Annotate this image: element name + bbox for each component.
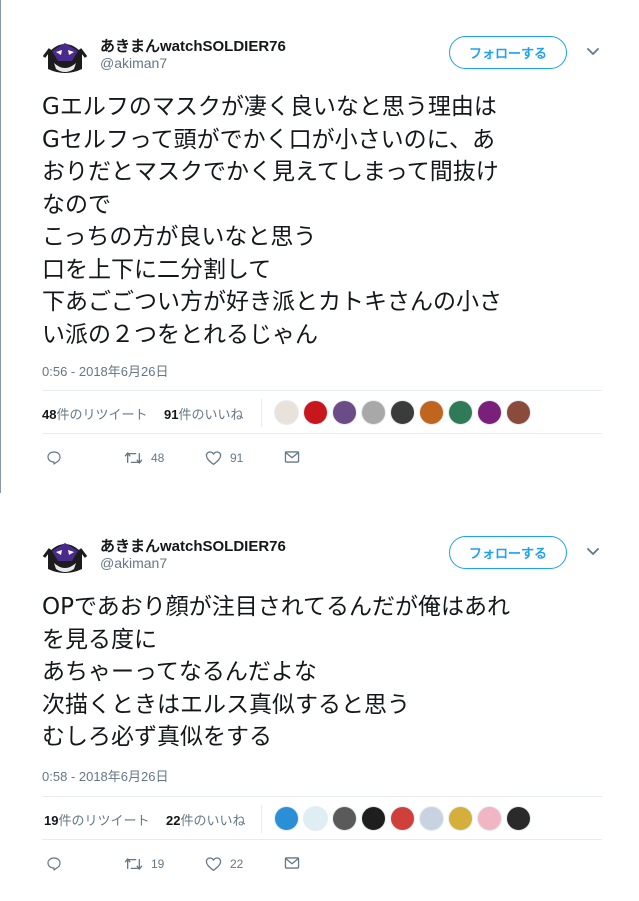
dm-button[interactable] <box>284 856 300 870</box>
tweet-text-line: こっちの方が良いなと思う <box>42 224 317 250</box>
liker-avatar[interactable] <box>448 806 473 831</box>
like-label: 件のいいね <box>180 813 246 828</box>
tweet-timestamp[interactable]: 0:56 - 2018年6月26日 <box>42 361 168 380</box>
tweet-text-line: い派の２つをとれるじゃん <box>42 321 318 348</box>
reply-icon <box>47 451 61 465</box>
like-stat[interactable]: 91件のいいね <box>164 404 243 423</box>
tweet-text-line: Gセルフって頭がでかく口が小さいのに、あ <box>42 126 495 153</box>
tweet-text: Gエルフのマスクが凄く良いなと思う理由は Gセルフって頭がでかく口が小さいのに、… <box>42 91 622 351</box>
reply-button[interactable] <box>46 856 62 872</box>
like-stat[interactable]: 22件のいいね <box>166 810 245 829</box>
liker-avatars <box>274 806 535 832</box>
tweet-text-line: むしろ必ず真似をする <box>42 724 272 750</box>
reply-icon <box>47 857 61 871</box>
liker-avatar[interactable] <box>390 806 415 831</box>
liker-avatar[interactable] <box>361 400 386 425</box>
liker-avatar[interactable] <box>506 806 531 831</box>
liker-avatar[interactable] <box>477 806 502 831</box>
retweet-label: 件のリツイート <box>56 407 148 422</box>
left-border-line <box>0 0 1 493</box>
retweet-icon <box>124 858 143 870</box>
envelope-icon <box>284 451 300 463</box>
retweet-count: 48 <box>42 407 57 422</box>
tweet-actions: 19 22 <box>42 856 602 876</box>
liker-avatar[interactable] <box>506 400 531 425</box>
retweet-label: 件のリツイート <box>58 813 150 828</box>
liker-avatar[interactable] <box>332 400 357 425</box>
liker-avatars <box>274 400 535 426</box>
retweet-button[interactable]: 19 <box>124 856 164 872</box>
liker-avatar[interactable] <box>361 806 386 831</box>
tweet-card-1: あきまんwatchSOLDIER76 @akiman7 フォローする Gエルフの… <box>0 0 639 493</box>
tweet-text-line: なので <box>42 191 111 218</box>
chevron-down-icon[interactable] <box>584 43 602 61</box>
avatar-image <box>42 533 88 579</box>
retweet-icon <box>124 452 143 464</box>
liker-avatar[interactable] <box>477 400 502 425</box>
liker-avatar[interactable] <box>390 400 415 425</box>
tweet-text-line: 下あごごつい方が好き派とカトキさんの小さ <box>42 289 502 315</box>
heart-icon <box>205 451 222 466</box>
chevron-down-icon[interactable] <box>584 543 602 561</box>
like-button[interactable]: 22 <box>205 856 243 872</box>
retweet-stat[interactable]: 48件のリツイート <box>42 404 147 423</box>
liker-avatar[interactable] <box>419 400 444 425</box>
tweet-text-line: 口を上下に二分割して <box>42 256 272 283</box>
follow-button[interactable]: フォローする <box>449 36 567 69</box>
like-action-count: 22 <box>230 857 244 871</box>
liker-avatar[interactable] <box>274 400 299 425</box>
liker-avatar[interactable] <box>419 806 444 831</box>
tweet-text-line: 次描くときはエルス真似すると思う <box>42 691 410 718</box>
tweet-text-line: Gエルフのマスクが凄く良いなと思う理由は <box>42 94 497 120</box>
tweet-card-2: あきまんwatchSOLDIER76 @akiman7 フォローする OPであお… <box>0 508 639 901</box>
author-handle[interactable]: @akiman7 <box>100 55 167 71</box>
heart-icon <box>205 857 222 872</box>
stats-divider <box>261 399 262 427</box>
tweet-text: OPであおり顔が注目されてるんだが俺はあれ を見る度に あちゃーってなるんだよな… <box>42 591 622 754</box>
follow-button[interactable]: フォローする <box>449 536 567 569</box>
like-button[interactable]: 91 <box>205 450 243 466</box>
stats-divider <box>261 805 262 833</box>
author-name[interactable]: あきまんwatchSOLDIER76 <box>100 35 286 56</box>
tweet-text-line: を見る度に <box>42 626 157 653</box>
liker-avatar[interactable] <box>274 806 299 831</box>
like-count: 22 <box>166 813 181 828</box>
tweet-text-line: OPであおり顔が注目されてるんだが俺はあれ <box>42 594 511 620</box>
retweet-button[interactable]: 48 <box>124 450 164 466</box>
tweet-text-line: おりだとマスクでかく見えてしまって間抜け <box>42 159 499 185</box>
author-handle[interactable]: @akiman7 <box>100 555 167 571</box>
liker-avatar[interactable] <box>303 400 328 425</box>
tweet-timestamp[interactable]: 0:58 - 2018年6月26日 <box>42 766 168 785</box>
tweet-stats: 19件のリツイート 22件のいいね <box>42 796 602 840</box>
like-action-count: 91 <box>230 451 244 465</box>
like-label: 件のいいね <box>178 407 244 422</box>
avatar-image <box>42 33 88 79</box>
retweet-stat[interactable]: 19件のリツイート <box>44 810 149 829</box>
like-count: 91 <box>164 407 179 422</box>
tweet-text-line: あちゃーってなるんだよな <box>42 659 317 685</box>
author-name[interactable]: あきまんwatchSOLDIER76 <box>100 535 286 556</box>
liker-avatar[interactable] <box>448 400 473 425</box>
liker-avatar[interactable] <box>332 806 357 831</box>
retweet-action-count: 19 <box>151 857 165 871</box>
retweet-action-count: 48 <box>151 451 165 465</box>
avatar[interactable] <box>42 33 88 79</box>
liker-avatar[interactable] <box>303 806 328 831</box>
dm-button[interactable] <box>284 450 300 464</box>
envelope-icon <box>284 857 300 869</box>
avatar[interactable] <box>42 533 88 579</box>
tweet-stats: 48件のリツイート 91件のいいね <box>42 390 602 434</box>
tweet-actions: 48 91 <box>42 450 602 470</box>
reply-button[interactable] <box>46 450 62 466</box>
retweet-count: 19 <box>44 813 59 828</box>
